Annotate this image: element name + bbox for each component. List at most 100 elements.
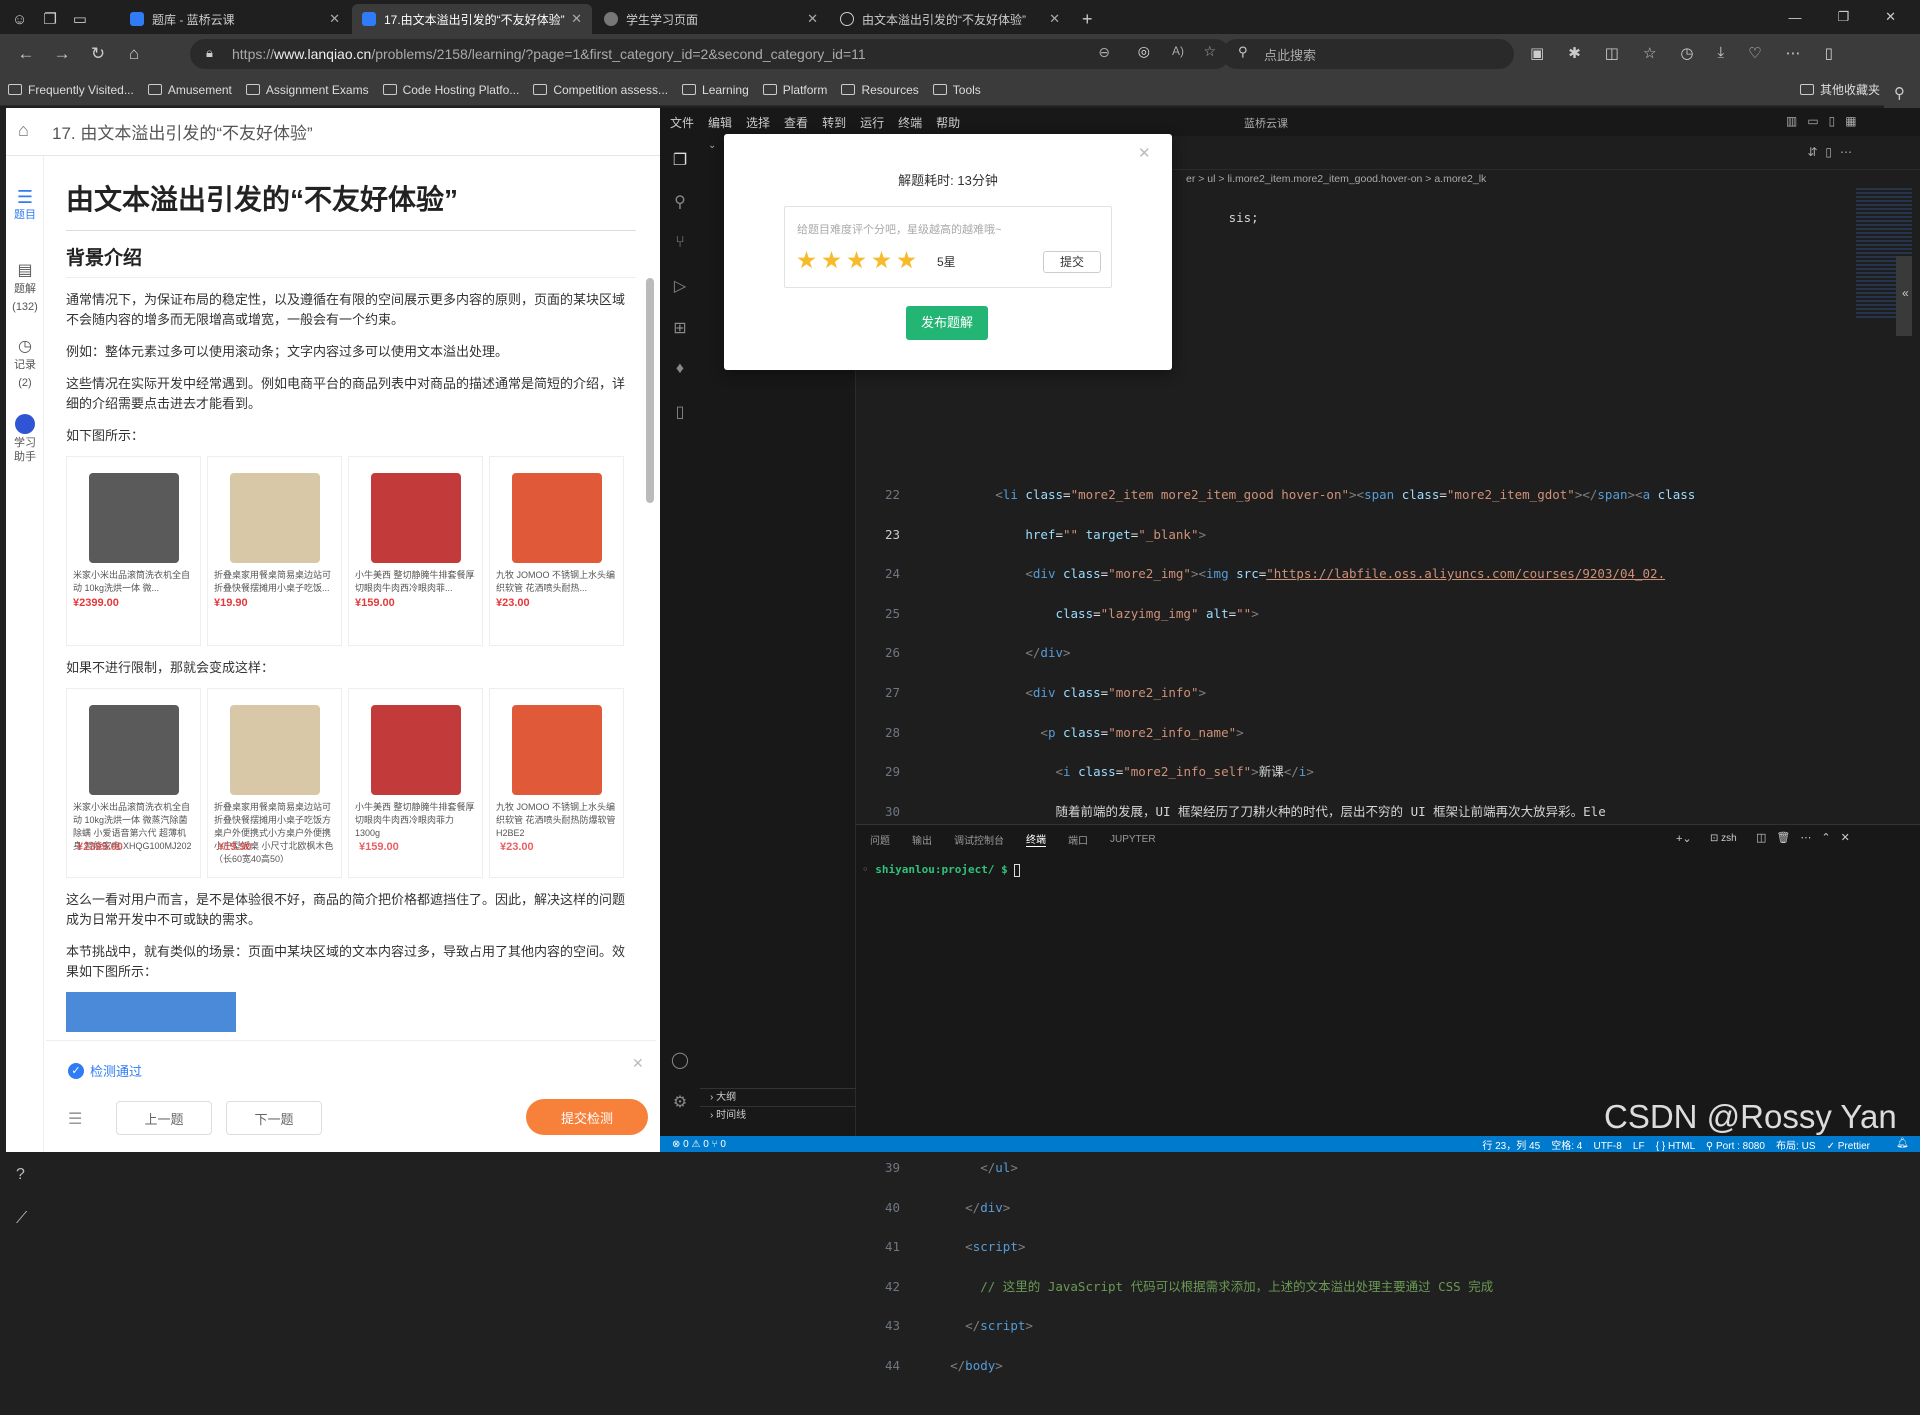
- home-icon[interactable]: ⌂: [116, 44, 152, 64]
- submit-check-button[interactable]: 提交检测: [526, 1099, 648, 1135]
- favorites-icon[interactable]: ☆: [1643, 44, 1656, 62]
- puzzle-icon[interactable]: ✱: [1568, 44, 1581, 62]
- bookmark-8[interactable]: Tools: [932, 83, 981, 97]
- side-search-icon[interactable]: ⚲: [1894, 84, 1905, 102]
- nav-solutions[interactable]: ▤ 题解 (132): [6, 260, 44, 314]
- panel-actions-icons[interactable]: ◫🗑︎⋯⌃✕: [1756, 831, 1860, 844]
- url-bar[interactable]: 🔒︎ https://www.lanqiao.cn/problems/2158/…: [190, 39, 1230, 69]
- status-right[interactable]: 行 23，列 45 空格: 4 UTF-8 LF { } HTML ⚲ Port…: [1482, 1137, 1870, 1152]
- zoom-icon[interactable]: ⊖: [1098, 44, 1110, 61]
- new-terminal-icon[interactable]: +⌄: [1676, 832, 1692, 845]
- panel-tab-terminal[interactable]: 终端: [1026, 831, 1046, 847]
- settings-gear-icon[interactable]: ⚙: [670, 1092, 690, 1112]
- star-icon[interactable]: [797, 251, 816, 269]
- forward-icon[interactable]: →: [44, 44, 80, 64]
- restore-icon[interactable]: ❐: [1837, 9, 1849, 25]
- tab-actions-icon[interactable]: ▭: [73, 10, 87, 28]
- menu-item[interactable]: 终端: [898, 114, 922, 131]
- other-favorites[interactable]: 其他收藏夹: [1799, 81, 1880, 98]
- publish-solution-button[interactable]: 发布题解: [906, 306, 988, 340]
- account-icon[interactable]: ◯: [670, 1050, 690, 1070]
- back-icon[interactable]: ←: [8, 44, 44, 64]
- history-icon[interactable]: ◷: [1680, 44, 1693, 62]
- read-aloud-icon[interactable]: A): [1172, 44, 1184, 58]
- leaf-icon[interactable]: ♦: [670, 360, 690, 380]
- panel-tab[interactable]: JUPYTER: [1110, 834, 1156, 845]
- minimize-icon[interactable]: —: [1788, 10, 1801, 25]
- star-rating[interactable]: [797, 251, 922, 275]
- menu-item[interactable]: 转到: [822, 114, 846, 131]
- stats-icon[interactable]: ⟋: [16, 1210, 27, 1228]
- chevron-down-icon[interactable]: ⌄: [708, 140, 716, 151]
- layout-toggle-icons[interactable]: ▥▭▯▦: [1786, 114, 1867, 128]
- star-icon[interactable]: [872, 251, 891, 269]
- bookmark-0[interactable]: Frequently Visited...: [8, 83, 134, 97]
- menu-item[interactable]: 运行: [860, 114, 884, 131]
- nav-assistant[interactable]: 学习助手: [6, 414, 44, 464]
- split-screen-icon[interactable]: ◫: [1605, 44, 1619, 62]
- menu-item[interactable]: 文件: [670, 114, 694, 131]
- outline-section[interactable]: › 大纲: [700, 1088, 856, 1106]
- more-menu-icon[interactable]: ⋯: [1786, 44, 1801, 62]
- tab-0[interactable]: 题库 - 蓝桥云课 ✕: [120, 4, 350, 34]
- menu-item[interactable]: 帮助: [936, 114, 960, 131]
- tab-close-icon[interactable]: ✕: [1049, 11, 1060, 27]
- run-debug-icon[interactable]: ▷: [670, 276, 690, 296]
- content-scrollbar[interactable]: [646, 278, 654, 503]
- menu-item[interactable]: 编辑: [708, 114, 732, 131]
- tab-2[interactable]: 学生学习页面 ✕: [594, 4, 828, 34]
- extensions-icon[interactable]: ⊞: [670, 318, 690, 338]
- sidebar-toggle-icon[interactable]: ▯: [1825, 44, 1833, 62]
- home-icon[interactable]: ⌂: [18, 120, 29, 141]
- bookmark-1[interactable]: Amusement: [147, 83, 232, 97]
- extensions-badge-icon[interactable]: ▣: [1530, 44, 1544, 62]
- star-icon[interactable]: [822, 251, 841, 269]
- tab-3[interactable]: 由文本溢出引发的“不友好体验” ✕: [830, 4, 1070, 34]
- tab-1[interactable]: 17.由文本溢出引发的“不友好体验” ✕: [352, 4, 592, 34]
- close-icon[interactable]: ✕: [632, 1055, 644, 1072]
- tab-close-icon[interactable]: ✕: [571, 11, 582, 27]
- timeline-section[interactable]: › 时间线: [700, 1106, 856, 1124]
- bookmark-4[interactable]: Competition assess...: [533, 83, 668, 97]
- workspaces-icon[interactable]: ❐: [43, 10, 56, 28]
- bookmark-3[interactable]: Code Hosting Platfo...: [382, 83, 519, 97]
- panel-tab[interactable]: 问题: [870, 832, 890, 847]
- menu-item[interactable]: 选择: [746, 114, 770, 131]
- explorer-icon[interactable]: ❐: [670, 150, 690, 170]
- bookmark-6[interactable]: Platform: [762, 83, 827, 97]
- performance-icon[interactable]: ♡: [1748, 44, 1761, 62]
- bookmark-5[interactable]: Learning: [682, 83, 749, 97]
- next-button[interactable]: 下一题: [226, 1101, 322, 1135]
- profile-icon[interactable]: ☺: [12, 11, 27, 28]
- favorite-star-icon[interactable]: ☆: [1203, 43, 1216, 60]
- rating-submit-button[interactable]: 提交: [1043, 251, 1101, 273]
- modal-close-icon[interactable]: ✕: [1138, 144, 1151, 162]
- menu-icon[interactable]: ☰: [68, 1109, 82, 1129]
- star-icon[interactable]: [847, 251, 866, 269]
- panel-tab[interactable]: 端口: [1068, 832, 1088, 847]
- bookmark-2[interactable]: Assignment Exams: [245, 83, 369, 97]
- reload-icon[interactable]: ↻: [80, 44, 116, 64]
- notebook-icon[interactable]: ▯: [670, 402, 690, 422]
- tab-close-icon[interactable]: ✕: [807, 11, 818, 27]
- notification-bell-icon[interactable]: 🔔︎: [1896, 1138, 1909, 1149]
- nav-problem[interactable]: ☰ 题目: [6, 186, 44, 222]
- menu-item[interactable]: 查看: [784, 114, 808, 131]
- source-control-icon[interactable]: ⑂: [670, 234, 690, 254]
- help-icon[interactable]: ?: [16, 1166, 25, 1184]
- extension-icon[interactable]: ◎: [1138, 43, 1150, 60]
- terminal-output[interactable]: ◦ shiyanlou:project/ $: [862, 863, 1021, 877]
- nav-records[interactable]: ◷ 记录 (2): [6, 336, 44, 390]
- terminal-shell-name[interactable]: ⊡ zsh: [1710, 833, 1759, 844]
- download-icon[interactable]: ⤓: [1718, 44, 1725, 62]
- panel-tab[interactable]: 调试控制台: [954, 832, 1004, 847]
- search-box[interactable]: ⚲ 点此搜索: [1222, 39, 1514, 69]
- bookmark-7[interactable]: Resources: [841, 83, 919, 97]
- editor-actions-icons[interactable]: ⇵▯⋯: [1807, 145, 1860, 159]
- collapse-icon[interactable]: «: [1902, 286, 1909, 300]
- prev-button[interactable]: 上一题: [116, 1101, 212, 1135]
- tab-close-icon[interactable]: ✕: [329, 11, 340, 27]
- search-icon[interactable]: ⚲: [670, 192, 690, 212]
- status-left[interactable]: ⊗ 0 ⚠ 0 ⑂ 0: [672, 1139, 726, 1150]
- close-window-icon[interactable]: ✕: [1885, 9, 1896, 25]
